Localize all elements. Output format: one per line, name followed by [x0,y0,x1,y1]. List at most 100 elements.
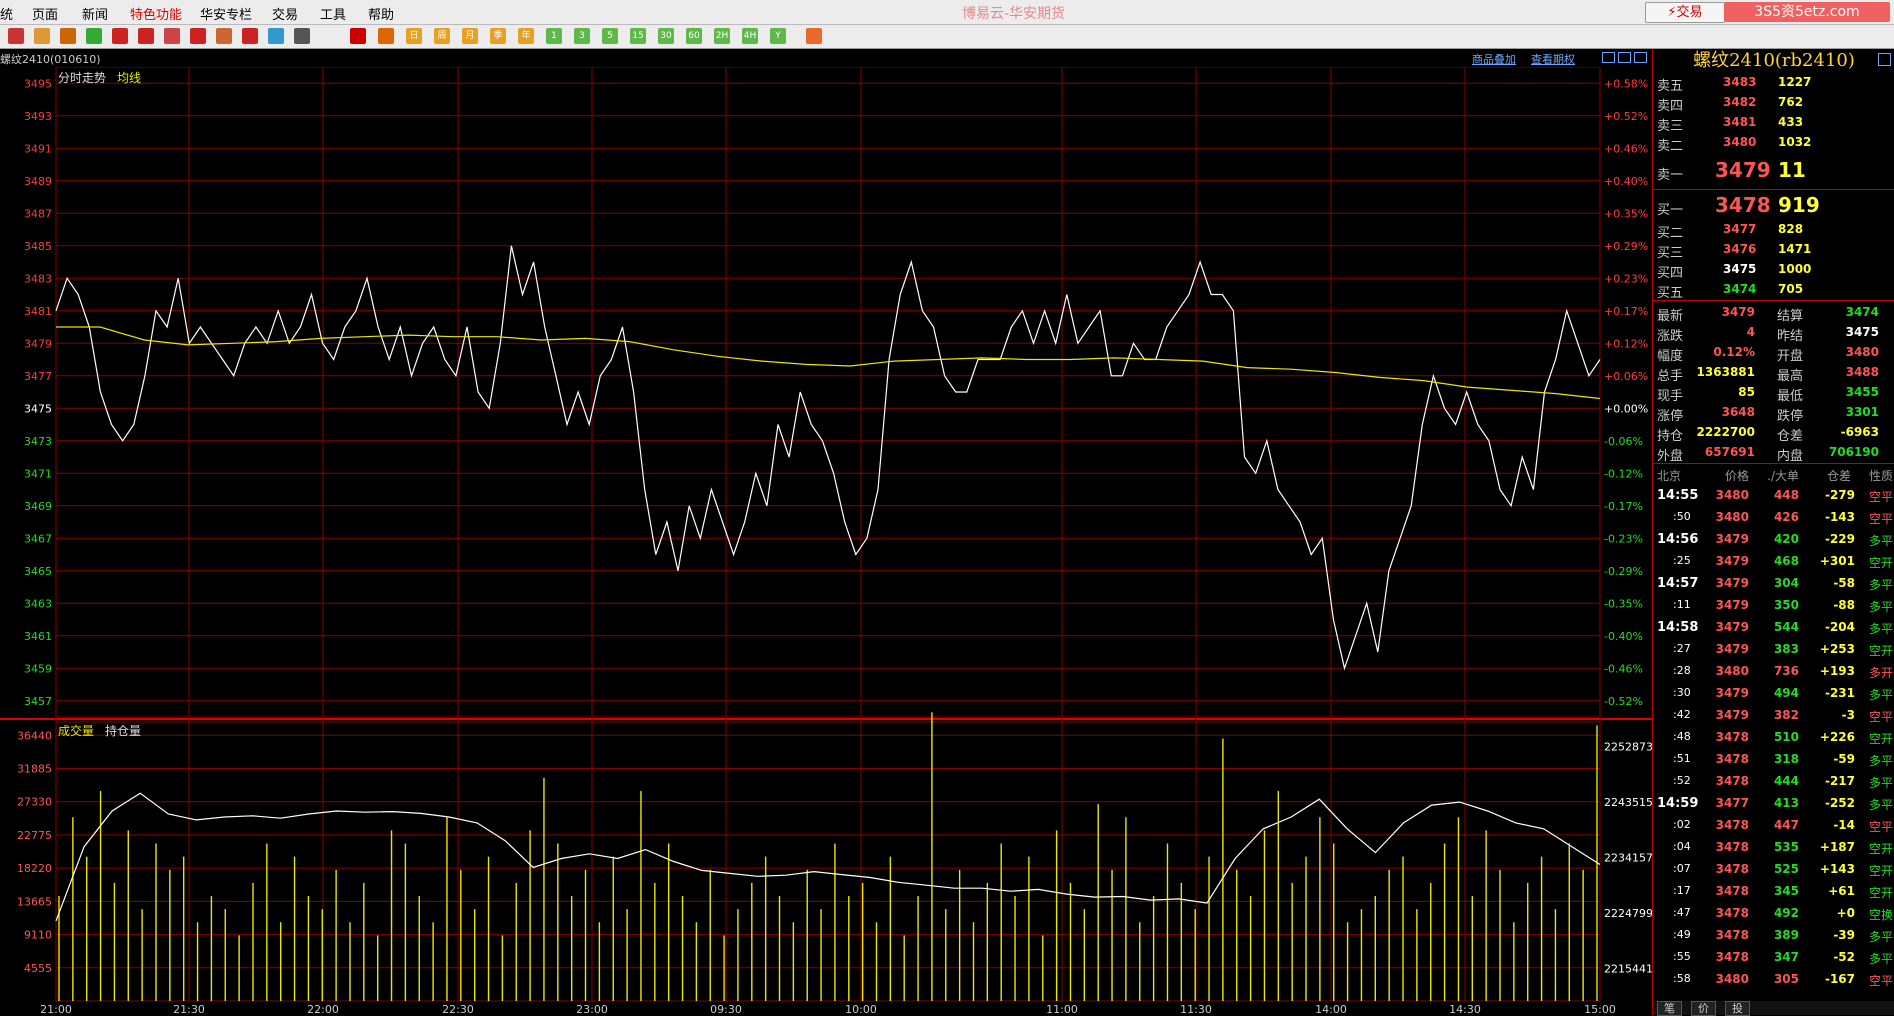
bid-price: 3477 [1723,222,1757,236]
book-icon[interactable] [34,28,50,44]
tick-time: 14:59 [1657,796,1699,811]
tick-volume: 510 [1773,730,1799,744]
tick-kind: 空平 [1868,974,1893,988]
trend-icon[interactable] [350,28,366,44]
tick-row: 14:56 3479 420 -229 多平 [1653,528,1894,550]
tick-time: 14:56 [1657,532,1699,547]
zoom-out-icon[interactable] [138,28,154,44]
window-layout-icon[interactable] [1618,52,1631,63]
tick-kind: 多平 [1868,776,1893,790]
period-button-2[interactable]: 月 [462,28,478,44]
period-button-12[interactable]: 4H [742,28,758,44]
tab-2[interactable]: 投 [1725,1001,1750,1016]
tick-price: 3478 [1715,928,1749,942]
tab-1[interactable]: 价 [1691,1001,1716,1016]
tick-row: :25 3479 468 +301 空开 [1653,550,1894,572]
tick-row: 14:57 3479 304 -58 多平 [1653,572,1894,594]
window-layout-icon[interactable] [1634,52,1647,63]
period-button-5[interactable]: 1 [546,28,562,44]
x-tick-label: 21:00 [40,1003,72,1015]
tick-kind: 多平 [1868,952,1893,966]
filter-icon[interactable] [242,28,258,44]
window-layout-icon[interactable] [1602,52,1615,63]
refresh-icon[interactable] [86,28,102,44]
period-button-3[interactable]: 季 [490,28,506,44]
ask-price: 3481 [1723,115,1757,129]
period-button-1[interactable]: 周 [434,28,450,44]
tick-time: 14:57 [1657,576,1699,591]
y-tick-label: 3491 [24,142,52,155]
tick-time: :50 [1673,510,1691,523]
window-icon[interactable] [164,28,180,44]
period-button-7[interactable]: 5 [602,28,618,44]
legend-oi: 持仓量 [105,724,142,738]
intraday-chart[interactable]: 21:00 21:30 22:00 22:30 23:00 09:30 10:00 11:00… [0,67,1652,1015]
zoom-in-icon[interactable] [112,28,128,44]
y-tick-label: 3493 [24,110,52,123]
period-button-10[interactable]: 60 [686,28,702,44]
menu-item-6[interactable]: 工具 [320,4,346,23]
bid-volume: 1471 [1778,242,1812,256]
quote-row: 卖五 3483 1227 [1653,72,1894,94]
menu-item-1[interactable]: 页面 [32,4,58,23]
quote-row: 现手 85 最低 3455 [1653,382,1894,404]
menu-item-3[interactable]: 特色功能 [130,4,182,23]
tick-kind: 空开 [1868,842,1893,856]
tick-volume: 468 [1773,554,1799,568]
close-icon[interactable] [1878,53,1891,66]
stat-label: 外盘 [1657,449,1684,464]
oi-tick-label: 2224799 [1604,907,1652,920]
stat-value: 2222700 [1696,425,1755,439]
tick-kind: 多平 [1868,578,1893,592]
period-button-9[interactable]: 30 [658,28,674,44]
overlay-link[interactable]: 商品叠加 [1472,51,1516,67]
tick-price: 3478 [1715,774,1749,788]
tick-oi: -58 [1833,576,1855,590]
tab-0[interactable]: 笔 [1657,1001,1682,1016]
list-icon[interactable] [294,28,310,44]
separator [1653,189,1894,190]
period-button-4[interactable]: 年 [518,28,534,44]
tick-row: :55 3478 347 -52 多平 [1653,946,1894,968]
candle-icon[interactable] [378,28,394,44]
news-icon[interactable] [268,28,284,44]
calendar-icon[interactable] [806,28,822,44]
y-pct-label: +0.35% [1604,207,1648,220]
stat-value: 3480 [1845,345,1879,359]
tick-volume: 447 [1773,818,1799,832]
menu-item-2[interactable]: 新闻 [82,4,108,23]
folder-icon[interactable] [60,28,76,44]
period-button-0[interactable]: 日 [406,28,422,44]
vol-tick-label: 13665 [17,895,52,908]
x-tick-label: 22:30 [442,1003,474,1015]
menu-item-0[interactable]: 统 [0,4,13,23]
vol-tick-label: 31885 [17,763,52,776]
period-button-11[interactable]: 2H [714,28,730,44]
period-button-6[interactable]: 3 [574,28,590,44]
y-pct-label: -0.06% [1604,435,1643,448]
period-button-8[interactable]: 15 [630,28,646,44]
tick-row: 14:59 3477 413 -252 多平 [1653,792,1894,814]
options-link[interactable]: 查看期权 [1531,51,1575,67]
legend-volume: 成交量 [58,724,95,738]
tick-kind: 空开 [1868,556,1893,570]
y-pct-label: +0.06% [1604,370,1648,383]
tick-price: 3478 [1715,840,1749,854]
period-button-13[interactable]: Y [770,28,786,44]
tick-price: 3480 [1715,972,1749,986]
quote-row: 持仓 2222700 仓差 -6963 [1653,422,1894,444]
tick-volume: 304 [1773,576,1799,590]
home-icon[interactable] [8,28,24,44]
bid-label: 买五 [1657,286,1684,301]
pen-icon[interactable] [190,28,206,44]
menu-item-4[interactable]: 华安专栏 [200,4,252,23]
menu-item-7[interactable]: 帮助 [368,4,394,23]
tick-kind: 多平 [1868,754,1893,768]
tick-oi: -217 [1824,774,1855,788]
menu-item-5[interactable]: 交易 [272,4,298,23]
trade-button[interactable]: ⚡交易 [1645,2,1725,23]
ruler-icon[interactable] [216,28,232,44]
app-title: 博易云-华安期货 [962,6,1066,22]
tick-volume: 420 [1773,532,1799,546]
y-tick-label: 3475 [24,402,52,415]
